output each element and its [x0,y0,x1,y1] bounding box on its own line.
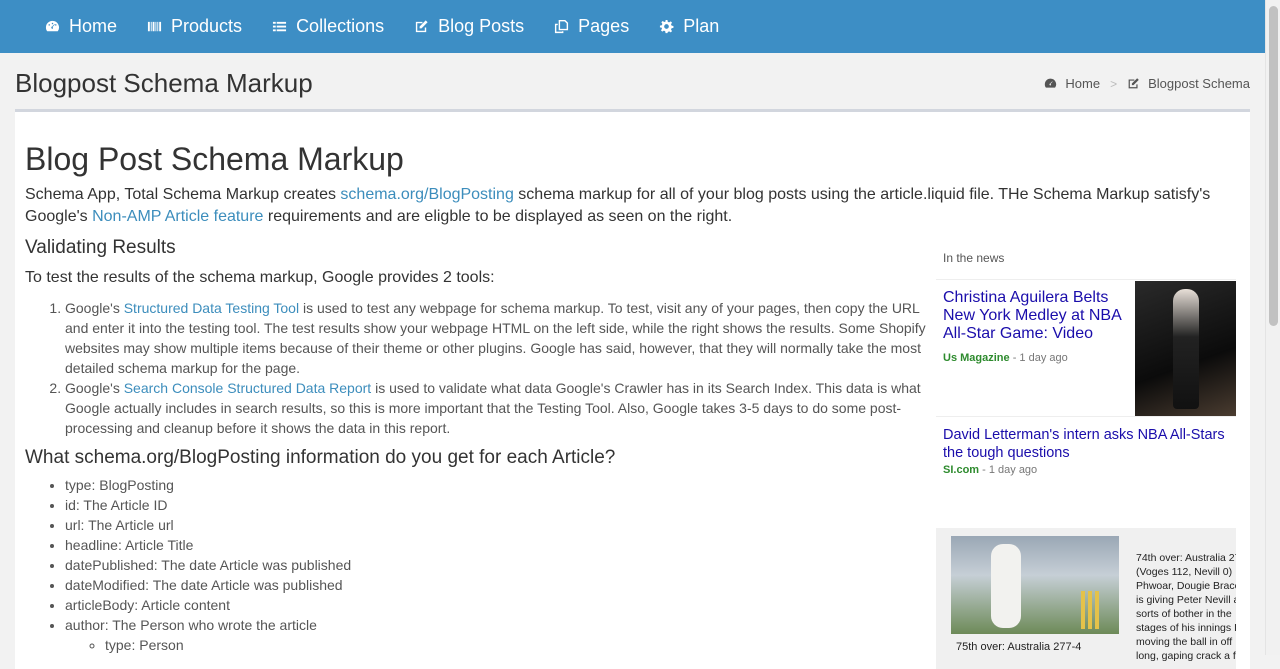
cricketer-figure [991,544,1021,628]
properties-list: type: BlogPosting id: The Article ID url… [25,475,940,655]
page-title: Blogpost Schema Markup [15,68,313,98]
dashboard-icon [1044,77,1057,90]
news-source: Us Magazine - 1 day ago [943,352,1068,364]
news-source: SI.com - 1 day ago [943,464,1037,476]
intro-text-1: Schema App, Total Schema Markup creates [25,186,341,203]
list-item: dateModified: The date Article was publi… [65,575,940,595]
news-time: - 1 day ago [979,464,1038,476]
stumps-figure [1081,591,1101,629]
info-heading: What schema.org/BlogPosting information … [25,447,616,468]
side-text-line: Phwoar, Dougie Brace [1136,580,1236,592]
news-time: - 1 day ago [1009,352,1068,364]
news-source-name: SI.com [943,464,980,476]
side-text-line: 74th over: Australia 27 [1136,552,1236,564]
nav-pages[interactable]: Pages [553,16,629,37]
list-item: datePublished: The date Article was publ… [65,555,940,575]
live-blog-preview: 75th over: Australia 277-4 74th over: Au… [936,528,1236,669]
validating-heading: Validating Results [25,237,176,258]
news-thumbnail-image [1135,281,1236,416]
performer-figure [1173,289,1199,409]
cricket-image [951,536,1119,634]
tool-prefix: Google's [65,380,124,396]
side-text-line: sorts of bother in the [1136,608,1232,620]
side-text-line: (Voges 112, Nevill 0) [1136,566,1233,578]
list-item: type: BlogPosting [65,475,940,495]
intro-text-3: requirements and are eligble to be displ… [263,208,733,225]
copy-icon [553,19,569,35]
breadcrumb-separator-icon: > [1110,76,1118,91]
news-title-link[interactable]: Christina Aguilera Belts New York Medley… [943,289,1133,343]
search-console-report-link[interactable]: Search Console Structured Data Report [124,380,371,396]
news-source-name: Us Magazine [943,352,1010,364]
content-title: Blog Post Schema Markup [25,141,404,177]
breadcrumb-home-label: Home [1065,76,1101,91]
top-navbar: Home Products Collections Blog Posts Pag… [0,0,1265,53]
tool-prefix: Google's [65,300,124,316]
news-card: Christina Aguilera Belts New York Medley… [936,279,1236,416]
side-text-line: stages of his innings I [1136,622,1236,634]
edit-icon [1127,77,1140,90]
side-text-line: long, gaping crack a f [1136,650,1236,662]
blogposting-link[interactable]: schema.org/BlogPosting [340,186,513,203]
nav-products-label: Products [171,16,243,36]
intro-paragraph: Schema App, Total Schema Markup creates … [25,184,1215,228]
page-header: Blogpost Schema Markup Home > Blogpost S… [0,53,1265,113]
edit-icon [413,19,429,35]
structured-data-testing-tool-link[interactable]: Structured Data Testing Tool [124,300,299,316]
breadcrumb-current: Blogpost Schema [1127,76,1250,91]
breadcrumb-home[interactable]: Home [1044,76,1100,91]
tools-list: Google's Structured Data Testing Tool is… [25,298,935,438]
news-card: David Letterman's intern asks NBA All-St… [936,416,1236,486]
breadcrumb-current-label: Blogpost Schema [1148,76,1250,91]
nav-blog-posts[interactable]: Blog Posts [413,16,524,37]
barcode-icon [146,19,162,35]
list-icon [271,19,287,35]
gear-icon [658,19,674,35]
breadcrumb: Home > Blogpost Schema [1044,76,1250,91]
sub-properties-list: type: Person [65,635,940,655]
dashboard-icon [44,19,60,35]
list-item: url: The Article url [65,515,940,535]
page-scrollbar[interactable] [1265,0,1280,655]
validating-text: To test the results of the schema markup… [25,269,495,286]
news-title-link[interactable]: David Letterman's intern asks NBA All-St… [943,426,1233,462]
news-heading: In the news [943,251,1005,265]
list-item-text: author: The Person who wrote the article [65,617,317,633]
content-box: Blog Post Schema Markup Schema App, Tota… [15,109,1250,669]
nav-collections-label: Collections [296,16,385,36]
nav-home-label: Home [69,16,118,36]
list-item: type: Person [105,635,940,655]
list-item: Google's Structured Data Testing Tool is… [65,298,935,378]
cricket-caption: 75th over: Australia 277-4 [956,641,1082,653]
list-item: articleBody: Article content [65,595,940,615]
list-item: Google's Search Console Structured Data … [65,378,935,438]
list-item: headline: Article Title [65,535,940,555]
nav-collections[interactable]: Collections [271,16,384,37]
main-column: Blog Post Schema Markup Schema App, Tota… [25,112,1210,655]
nav-plan-label: Plan [683,16,720,36]
nav-home[interactable]: Home [44,16,117,37]
nav-blog-posts-label: Blog Posts [438,16,525,36]
scrollbar-thumb[interactable] [1269,6,1278,326]
nav-pages-label: Pages [578,16,630,36]
cricket-side-text: 74th over: Australia 27 (Voges 112, Nevi… [1136,551,1236,663]
non-amp-article-link[interactable]: Non-AMP Article feature [92,208,263,225]
list-item: author: The Person who wrote the article… [65,615,940,655]
list-item: id: The Article ID [65,495,940,515]
side-text-line: is giving Peter Nevill a [1136,594,1236,606]
side-text-line: moving the ball in off [1136,636,1233,648]
nav-plan[interactable]: Plan [658,16,719,37]
in-the-news-preview: In the news Christina Aguilera Belts New… [936,239,1236,529]
nav-products[interactable]: Products [146,16,242,37]
